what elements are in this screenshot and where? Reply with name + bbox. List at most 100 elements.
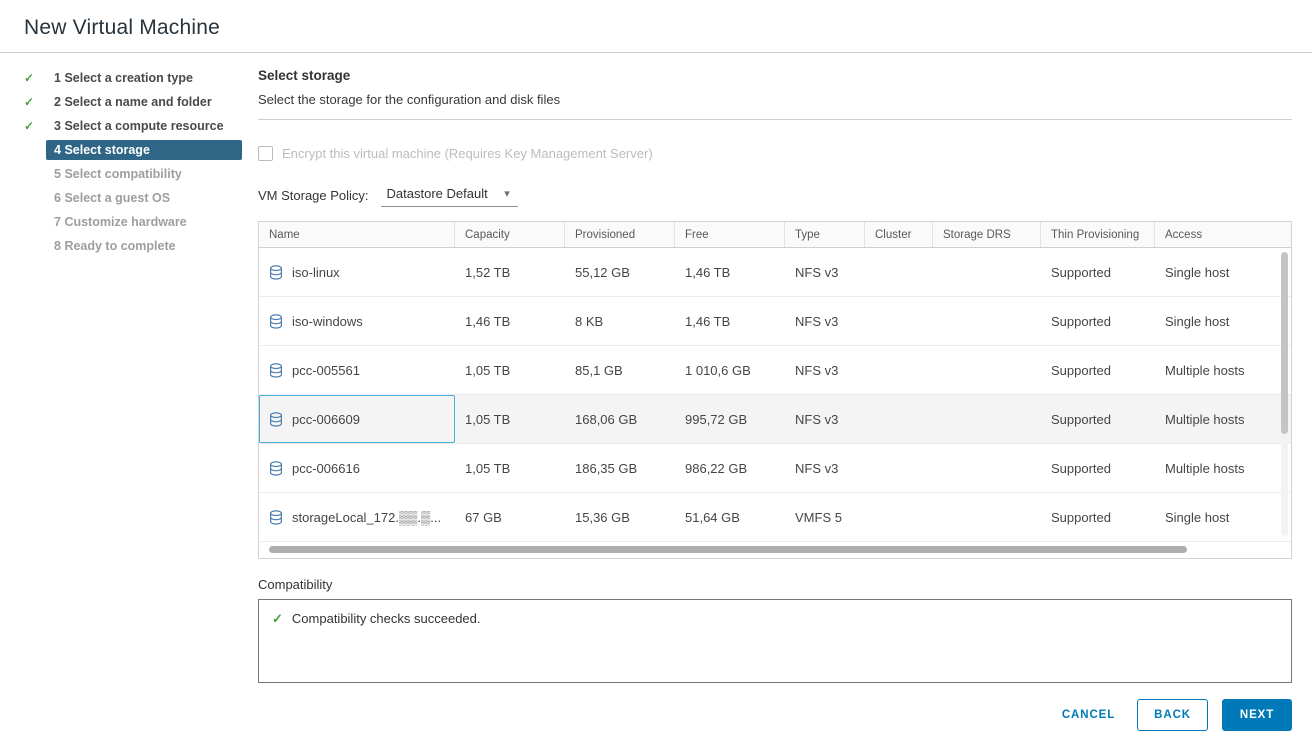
wizard-step[interactable]: ✓ 3 Select a compute resource [24, 115, 242, 137]
column-header[interactable]: Type [785, 222, 865, 247]
cell-cluster [865, 395, 933, 443]
wizard-step[interactable]: ✓ 4 Select storage [24, 139, 242, 161]
compatibility-box: ✓ Compatibility checks succeeded. [258, 599, 1292, 683]
cell-provisioned: 168,06 GB [565, 395, 675, 443]
cell-thin-provisioning: Supported [1041, 297, 1155, 345]
vertical-scrollbar[interactable] [1281, 252, 1288, 536]
datastore-icon [269, 265, 283, 280]
compatibility-label: Compatibility [258, 577, 1292, 592]
wizard-step[interactable]: ✓ 1 Select a creation type [24, 67, 242, 89]
datastore-icon [269, 363, 283, 378]
cell-type: NFS v3 [785, 248, 865, 296]
cell-storage-drs [933, 297, 1041, 345]
column-header[interactable]: Free [675, 222, 785, 247]
step-label: 3 Select a compute resource [46, 116, 242, 136]
wizard-layout: ✓ 1 Select a creation type ✓ 2 Select a … [0, 53, 1312, 731]
column-header[interactable]: Capacity [455, 222, 565, 247]
datastore-name: pcc-005561 [292, 363, 360, 378]
storage-policy-row: VM Storage Policy: Datastore Default ▾ [258, 183, 1292, 207]
step-title: Select storage [64, 143, 149, 157]
wizard-step[interactable]: ✓ 8 Ready to complete [24, 235, 242, 257]
success-check-icon: ✓ [272, 611, 283, 627]
cell-free: 51,64 GB [675, 493, 785, 541]
cell-name: storageLocal_172.▒▒.▒... [259, 493, 455, 541]
chevron-down-icon: ▾ [504, 187, 510, 200]
cell-access: Single host [1155, 297, 1291, 345]
step-title: Ready to complete [64, 239, 175, 253]
step-number: 6 [54, 191, 61, 205]
step-number: 3 [54, 119, 61, 133]
step-number: 8 [54, 239, 61, 253]
cell-free: 1,46 TB [675, 297, 785, 345]
cell-cluster [865, 297, 933, 345]
horizontal-scrollbar[interactable] [259, 542, 1291, 558]
step-label: 4 Select storage [46, 140, 242, 160]
table-row[interactable]: pcc-006609 1,05 TB 168,06 GB 995,72 GB N… [259, 395, 1291, 444]
column-header[interactable]: Access [1155, 222, 1291, 247]
cell-thin-provisioning: Supported [1041, 493, 1155, 541]
table-row[interactable]: iso-windows 1,46 TB 8 KB 1,46 TB NFS v3 … [259, 297, 1291, 346]
cell-provisioned: 85,1 GB [565, 346, 675, 394]
wizard-step[interactable]: ✓ 6 Select a guest OS [24, 187, 242, 209]
cell-type: NFS v3 [785, 395, 865, 443]
cell-capacity: 1,05 TB [455, 346, 565, 394]
cancel-button[interactable]: CANCEL [1054, 699, 1123, 731]
datastore-name: pcc-006609 [292, 412, 360, 427]
datastore-table: NameCapacityProvisionedFreeTypeClusterSt… [258, 221, 1292, 559]
cell-free: 1 010,6 GB [675, 346, 785, 394]
page-title: Select storage [258, 68, 1292, 83]
wizard-step[interactable]: ✓ 2 Select a name and folder [24, 91, 242, 113]
cell-name: iso-linux [259, 248, 455, 296]
table-row[interactable]: pcc-006616 1,05 TB 186,35 GB 986,22 GB N… [259, 444, 1291, 493]
horizontal-scrollbar-thumb[interactable] [269, 546, 1187, 553]
column-header[interactable]: Cluster [865, 222, 933, 247]
step-number: 4 [54, 143, 61, 157]
step-number: 2 [54, 95, 61, 109]
cell-thin-provisioning: Supported [1041, 395, 1155, 443]
step-number: 1 [54, 71, 61, 85]
cell-name: pcc-006609 [259, 395, 455, 443]
wizard-steps-nav: ✓ 1 Select a creation type ✓ 2 Select a … [24, 65, 242, 731]
step-title: Select a guest OS [64, 191, 170, 205]
cell-name: pcc-006616 [259, 444, 455, 492]
cell-access: Single host [1155, 493, 1291, 541]
table-row[interactable]: storageLocal_172.▒▒.▒... 67 GB 15,36 GB … [259, 493, 1291, 542]
encrypt-checkbox[interactable] [258, 146, 273, 161]
cell-provisioned: 8 KB [565, 297, 675, 345]
cell-type: NFS v3 [785, 444, 865, 492]
cell-free: 986,22 GB [675, 444, 785, 492]
step-number: 5 [54, 167, 61, 181]
cell-provisioned: 186,35 GB [565, 444, 675, 492]
vm-storage-policy-value: Datastore Default [387, 186, 488, 201]
cell-name: pcc-005561 [259, 346, 455, 394]
column-header[interactable]: Name [259, 222, 455, 247]
cell-access: Multiple hosts [1155, 346, 1291, 394]
cell-access: Multiple hosts [1155, 444, 1291, 492]
table-row[interactable]: iso-linux 1,52 TB 55,12 GB 1,46 TB NFS v… [259, 248, 1291, 297]
compatibility-message: Compatibility checks succeeded. [292, 611, 481, 626]
vm-storage-policy-label: VM Storage Policy: [258, 188, 369, 203]
column-header[interactable]: Thin Provisioning [1041, 222, 1155, 247]
encrypt-checkbox-label: Encrypt this virtual machine (Requires K… [282, 146, 653, 161]
table-row[interactable]: pcc-005561 1,05 TB 85,1 GB 1 010,6 GB NF… [259, 346, 1291, 395]
step-title: Select a compute resource [64, 119, 223, 133]
cell-storage-drs [933, 395, 1041, 443]
step-label: 1 Select a creation type [46, 68, 242, 88]
cell-storage-drs [933, 493, 1041, 541]
cell-thin-provisioning: Supported [1041, 444, 1155, 492]
wizard-step[interactable]: ✓ 7 Customize hardware [24, 211, 242, 233]
section-divider [258, 119, 1292, 120]
next-button[interactable]: NEXT [1222, 699, 1292, 731]
cell-thin-provisioning: Supported [1041, 346, 1155, 394]
encrypt-option-row: Encrypt this virtual machine (Requires K… [258, 146, 1292, 161]
cell-access: Single host [1155, 248, 1291, 296]
column-header[interactable]: Storage DRS [933, 222, 1041, 247]
column-header[interactable]: Provisioned [565, 222, 675, 247]
page-subtitle: Select the storage for the configuration… [258, 92, 1292, 107]
cell-storage-drs [933, 248, 1041, 296]
back-button[interactable]: BACK [1137, 699, 1208, 731]
wizard-step[interactable]: ✓ 5 Select compatibility [24, 163, 242, 185]
vm-storage-policy-select[interactable]: Datastore Default ▾ [381, 183, 518, 207]
cell-provisioned: 15,36 GB [565, 493, 675, 541]
vertical-scrollbar-thumb[interactable] [1281, 252, 1288, 434]
